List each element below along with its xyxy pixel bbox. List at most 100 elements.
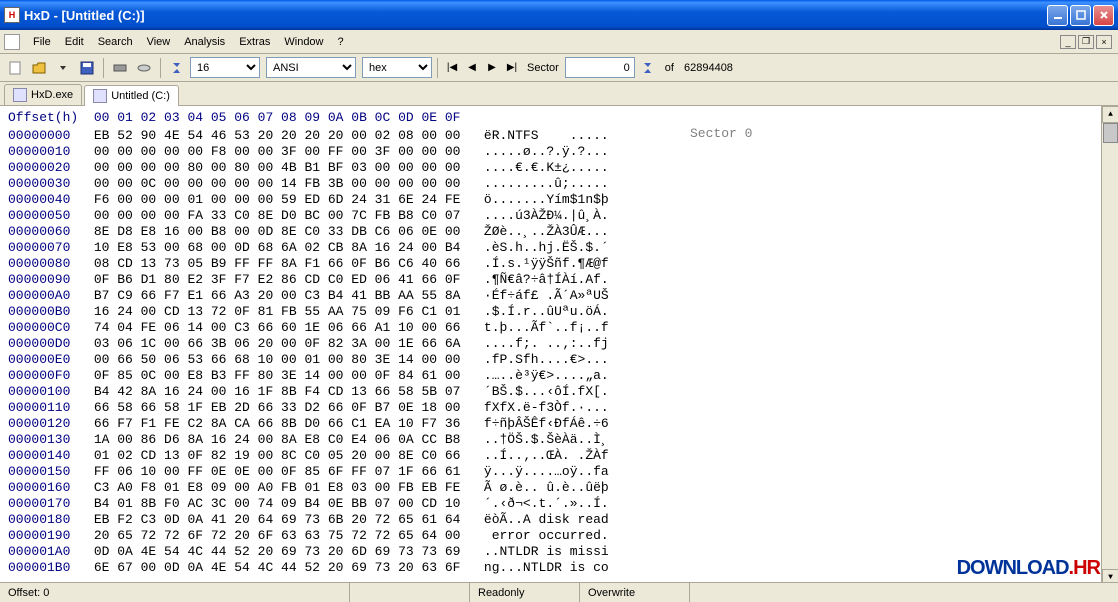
- hex-bytes[interactable]: 0D 0A 4E 54 4C 44 52 20 69 73 20 6D 69 7…: [70, 544, 460, 559]
- first-sector-button[interactable]: |◀: [443, 59, 461, 77]
- hex-bytes[interactable]: 6E 67 00 0D 0A 4E 54 4C 44 52 20 69 73 2…: [70, 560, 460, 575]
- sector-stepper[interactable]: [637, 57, 659, 79]
- vertical-scrollbar[interactable]: ▲ ▼: [1101, 106, 1118, 586]
- hex-bytes[interactable]: 66 58 66 58 1F EB 2D 66 33 D2 66 0F B7 0…: [70, 400, 460, 415]
- hex-ascii[interactable]: .$.Í.r..ûUªu.öÁ.: [461, 304, 609, 319]
- hex-row[interactable]: 00000060 8E D8 E8 16 00 B8 00 0D 8E C0 3…: [8, 224, 1110, 240]
- hex-ascii[interactable]: .Í.s.¹ÿÿŠñf.¶Æ@f: [461, 256, 609, 271]
- hex-bytes[interactable]: 66 F7 F1 FE C2 8A CA 66 8B D0 66 C1 EA 1…: [70, 416, 460, 431]
- hex-bytes[interactable]: 08 CD 13 73 05 B9 FF FF 8A F1 66 0F B6 C…: [70, 256, 460, 271]
- mdi-restore-button[interactable]: ❐: [1078, 35, 1094, 49]
- hex-row[interactable]: 00000110 66 58 66 58 1F EB 2D 66 33 D2 6…: [8, 400, 1110, 416]
- menu-help[interactable]: ?: [331, 33, 351, 51]
- hex-ascii[interactable]: .fP.Sfh....€>...: [461, 352, 609, 367]
- hex-bytes[interactable]: 8E D8 E8 16 00 B8 00 0D 8E C0 33 DB C6 0…: [70, 224, 460, 239]
- hex-ascii[interactable]: ö.......Yím$1n$þ: [461, 192, 609, 207]
- next-sector-button[interactable]: ▶: [483, 59, 501, 77]
- hex-ascii[interactable]: ..Í..‚..ŒÀ. .ŽÀf: [461, 448, 609, 463]
- hex-ascii[interactable]: .¶Ñ€â?÷â†ÍÀí.Af.: [461, 272, 609, 287]
- hex-ascii[interactable]: ÿ...ÿ....…oÿ..fa: [461, 464, 609, 479]
- hex-row[interactable]: 00000050 00 00 00 00 FA 33 C0 8E D0 BC 0…: [8, 208, 1110, 224]
- hex-ascii[interactable]: Ã ø.è.. û.è..ûëþ: [461, 480, 609, 495]
- hex-ascii[interactable]: ....€.€.K±¿.....: [461, 160, 609, 175]
- menu-window[interactable]: Window: [277, 33, 330, 51]
- hex-row[interactable]: 00000150 FF 06 10 00 FF 0E 0E 00 0F 85 6…: [8, 464, 1110, 480]
- hex-ascii[interactable]: ng...NTLDR is co: [461, 560, 609, 575]
- hex-editor[interactable]: Offset(h) 00 01 02 03 04 05 06 07 08 09 …: [0, 106, 1118, 586]
- hex-row[interactable]: 00000020 00 00 00 00 80 00 80 00 4B B1 B…: [8, 160, 1110, 176]
- hex-row[interactable]: 00000180 EB F2 C3 0D 0A 41 20 64 69 73 6…: [8, 512, 1110, 528]
- hex-bytes[interactable]: 16 24 00 CD 13 72 0F 81 FB 55 AA 75 09 F…: [70, 304, 460, 319]
- hex-bytes[interactable]: B4 42 8A 16 24 00 16 1F 8B F4 CD 13 66 5…: [70, 384, 460, 399]
- hex-row[interactable]: 000000F0 0F 85 0C 00 E8 B3 FF 80 3E 14 0…: [8, 368, 1110, 384]
- hex-row[interactable]: 000000B0 16 24 00 CD 13 72 0F 81 FB 55 A…: [8, 304, 1110, 320]
- menu-search[interactable]: Search: [91, 33, 140, 51]
- hex-row[interactable]: 000001A0 0D 0A 4E 54 4C 44 52 20 69 73 2…: [8, 544, 1110, 560]
- hex-bytes[interactable]: 00 00 00 00 00 F8 00 00 3F 00 FF 00 3F 0…: [70, 144, 460, 159]
- hex-row[interactable]: 00000140 01 02 CD 13 0F 82 19 00 8C C0 0…: [8, 448, 1110, 464]
- hex-row[interactable]: 000001B0 6E 67 00 0D 0A 4E 54 4C 44 52 2…: [8, 560, 1110, 576]
- hex-bytes[interactable]: F6 00 00 00 01 00 00 00 59 ED 6D 24 31 6…: [70, 192, 460, 207]
- menu-view[interactable]: View: [140, 33, 178, 51]
- menu-analysis[interactable]: Analysis: [177, 33, 232, 51]
- hex-row[interactable]: 000000E0 00 66 50 06 53 66 68 10 00 01 0…: [8, 352, 1110, 368]
- hex-row[interactable]: 00000160 C3 A0 F8 01 E8 09 00 A0 FB 01 E…: [8, 480, 1110, 496]
- maximize-button[interactable]: [1070, 5, 1091, 26]
- hex-row[interactable]: 000000C0 74 04 FE 06 14 00 C3 66 60 1E 0…: [8, 320, 1110, 336]
- base-select[interactable]: hex: [362, 57, 432, 78]
- prev-sector-button[interactable]: ◀: [463, 59, 481, 77]
- hex-bytes[interactable]: 00 66 50 06 53 66 68 10 00 01 00 80 3E 1…: [70, 352, 460, 367]
- hex-bytes[interactable]: C3 A0 F8 01 E8 09 00 A0 FB 01 E8 03 00 F…: [70, 480, 460, 495]
- last-sector-button[interactable]: ▶|: [503, 59, 521, 77]
- hex-ascii[interactable]: .....ø..?.ÿ.?...: [461, 144, 609, 159]
- hex-row[interactable]: 00000090 0F B6 D1 80 E2 3F F7 E2 86 CD C…: [8, 272, 1110, 288]
- hex-bytes[interactable]: 1A 00 86 D6 8A 16 24 00 8A E8 C0 E4 06 0…: [70, 432, 460, 447]
- mdi-close-button[interactable]: ×: [1096, 35, 1112, 49]
- hex-row[interactable]: 00000190 20 65 72 72 6F 72 20 6F 63 63 7…: [8, 528, 1110, 544]
- hex-bytes[interactable]: FF 06 10 00 FF 0E 0E 00 0F 85 6F FF 07 1…: [70, 464, 460, 479]
- hex-bytes[interactable]: 0F 85 0C 00 E8 B3 FF 80 3E 14 00 00 0F 8…: [70, 368, 460, 383]
- hex-bytes[interactable]: 74 04 FE 06 14 00 C3 66 60 1E 06 66 A1 1…: [70, 320, 460, 335]
- hex-ascii[interactable]: .........û;.....: [461, 176, 609, 191]
- hex-bytes[interactable]: 03 06 1C 00 66 3B 06 20 00 0F 82 3A 00 1…: [70, 336, 460, 351]
- hex-bytes[interactable]: 10 E8 53 00 68 00 0D 68 6A 02 CB 8A 16 2…: [70, 240, 460, 255]
- hex-bytes[interactable]: 00 00 0C 00 00 00 00 00 14 FB 3B 00 00 0…: [70, 176, 460, 191]
- scroll-thumb[interactable]: [1103, 123, 1118, 143]
- hex-row[interactable]: 00000120 66 F7 F1 FE C2 8A CA 66 8B D0 6…: [8, 416, 1110, 432]
- save-button[interactable]: [76, 57, 98, 79]
- open-dropdown-button[interactable]: [52, 57, 74, 79]
- hex-row[interactable]: 00000170 B4 01 8B F0 AC 3C 00 74 09 B4 0…: [8, 496, 1110, 512]
- hex-row[interactable]: 00000070 10 E8 53 00 68 00 0D 68 6A 02 C…: [8, 240, 1110, 256]
- tab[interactable]: HxD.exe: [4, 84, 82, 105]
- hex-bytes[interactable]: B7 C9 66 F7 E1 66 A3 20 00 C3 B4 41 BB A…: [70, 288, 460, 303]
- hex-ascii[interactable]: ..†ÖŠ.$.ŠèÀä..Ì¸: [461, 432, 609, 447]
- tab[interactable]: Untitled (C:): [84, 85, 179, 106]
- close-button[interactable]: [1093, 5, 1114, 26]
- open-button[interactable]: [28, 57, 50, 79]
- hex-ascii[interactable]: ....ú3ÀŽÐ¼.|û¸À.: [461, 208, 609, 223]
- hex-ascii[interactable]: .èS.h..hj.ËŠ.$.´: [461, 240, 609, 255]
- hex-row[interactable]: 00000040 F6 00 00 00 01 00 00 00 59 ED 6…: [8, 192, 1110, 208]
- hex-row[interactable]: 00000080 08 CD 13 73 05 B9 FF FF 8A F1 6…: [8, 256, 1110, 272]
- menu-file[interactable]: File: [26, 33, 58, 51]
- menu-extras[interactable]: Extras: [232, 33, 277, 51]
- hex-bytes[interactable]: 01 02 CD 13 0F 82 19 00 8C C0 05 20 00 8…: [70, 448, 460, 463]
- hex-row[interactable]: 00000100 B4 42 8A 16 24 00 16 1F 8B F4 C…: [8, 384, 1110, 400]
- hex-row[interactable]: 000000A0 B7 C9 66 F7 E1 66 A3 20 00 C3 B…: [8, 288, 1110, 304]
- disk-button[interactable]: [133, 57, 155, 79]
- hex-bytes[interactable]: 20 65 72 72 6F 72 20 6F 63 63 75 72 72 6…: [70, 528, 460, 543]
- hex-ascii[interactable]: ëòÃ..A disk read: [461, 512, 609, 527]
- encoding-select[interactable]: ANSI: [266, 57, 356, 78]
- ram-button[interactable]: [109, 57, 131, 79]
- hex-ascii[interactable]: fXfX.ë-f3Òf.·...: [461, 400, 609, 415]
- hex-ascii[interactable]: error occurred.: [461, 528, 609, 543]
- hex-ascii[interactable]: t.þ...Ãf`..f¡..f: [461, 320, 609, 335]
- new-button[interactable]: [4, 57, 26, 79]
- hex-ascii[interactable]: ´.‹ð¬<.t.´.»..Í.: [461, 496, 609, 511]
- bytes-per-row-select[interactable]: 16: [190, 57, 260, 78]
- stepper-button[interactable]: [166, 57, 188, 79]
- hex-ascii[interactable]: ·Éf÷áf£ .Ã´A»ªUŠ: [461, 288, 609, 303]
- hex-ascii[interactable]: f÷ñþÂŠÊf‹ÐfÁê.÷6: [461, 416, 609, 431]
- hex-bytes[interactable]: EB F2 C3 0D 0A 41 20 64 69 73 6B 20 72 6…: [70, 512, 460, 527]
- hex-ascii[interactable]: .…..è³ÿ€>....„a.: [461, 368, 609, 383]
